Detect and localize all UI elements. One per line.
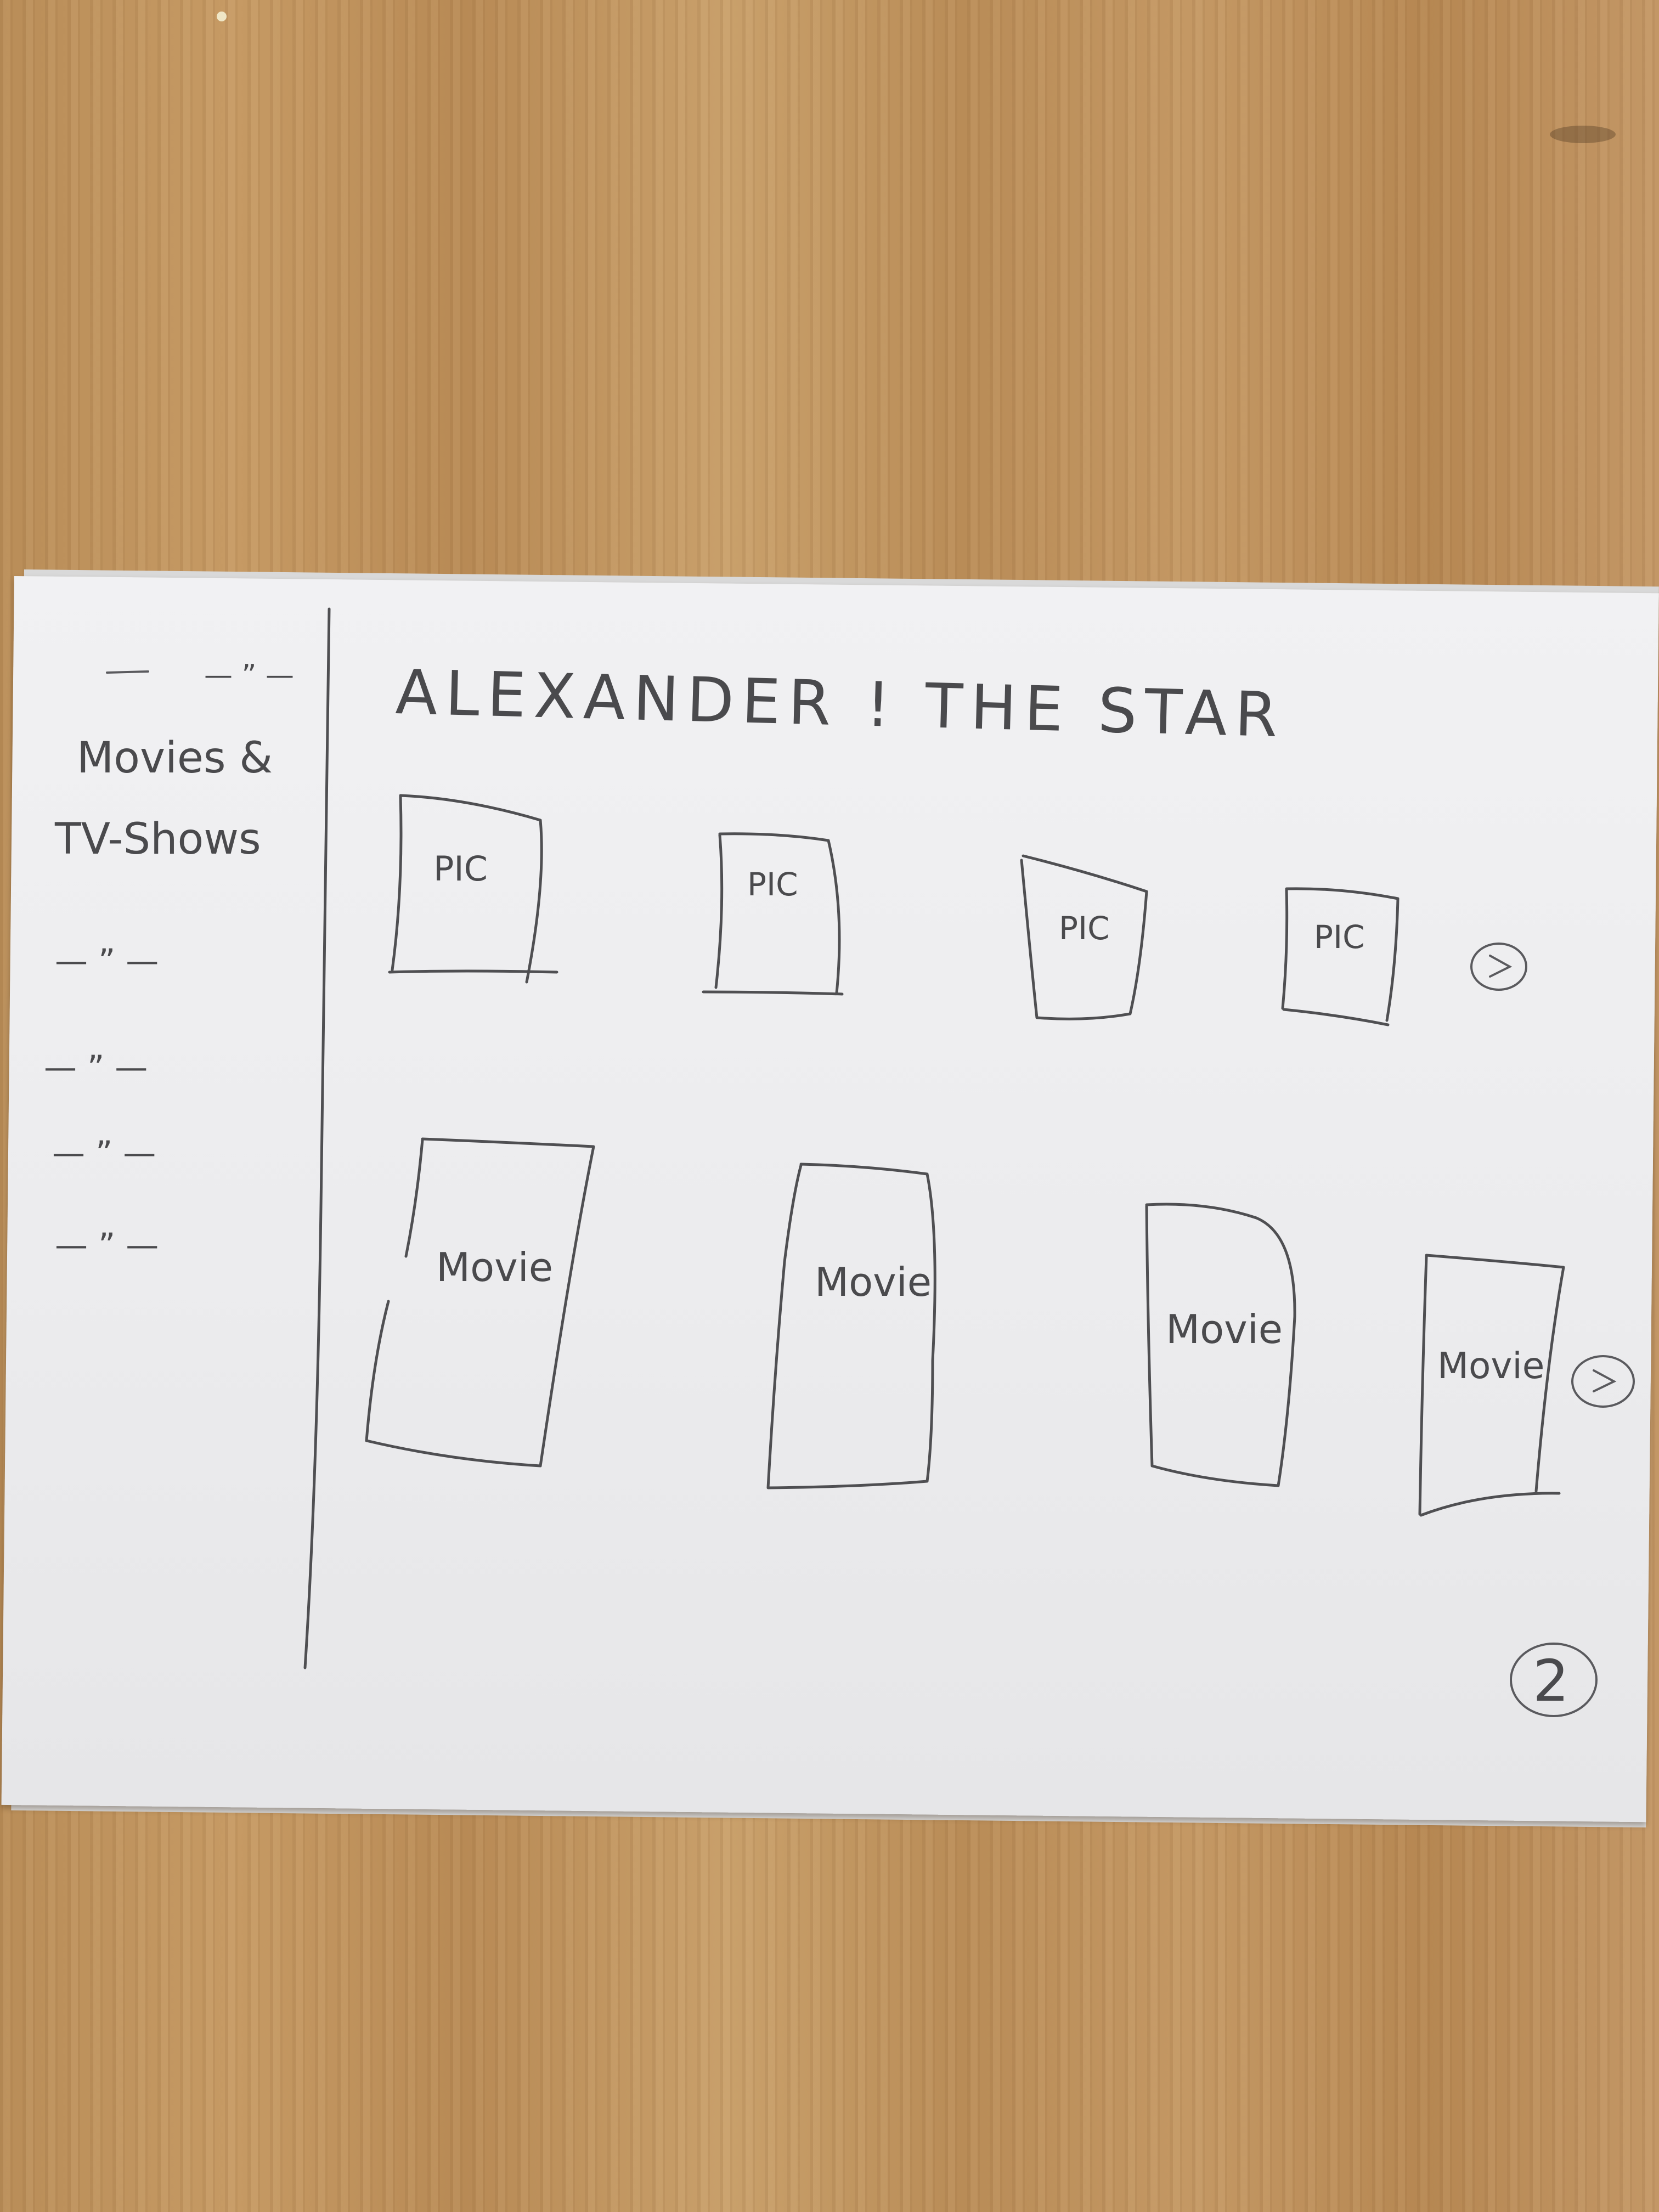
sidebar-item-3[interactable]: — ” — <box>52 1134 156 1172</box>
movie-card[interactable]: Movie <box>766 1163 936 1489</box>
wood-knot <box>1550 126 1616 143</box>
movies-next-button[interactable] <box>1571 1355 1635 1408</box>
sidebar-item-0[interactable]: — ” — <box>106 659 294 692</box>
sidebar-item-label: — ” — <box>55 1226 159 1265</box>
movie-card[interactable]: Movie <box>1418 1254 1565 1517</box>
card-label: PIC <box>747 866 798 903</box>
sidebar-item-label: — ” — <box>44 1048 148 1087</box>
sidebar-heading-line-2: TV-Shows <box>54 815 261 864</box>
sidebar-item-4[interactable]: — ” — <box>55 1226 159 1265</box>
pic-card[interactable]: PIC <box>388 794 558 984</box>
movie-card[interactable]: Movie <box>365 1137 595 1468</box>
pic-card[interactable]: PIC <box>1020 854 1148 1020</box>
sidebar-item-2[interactable]: — ” — <box>44 1048 148 1087</box>
pic-card[interactable]: PIC <box>1281 887 1400 1026</box>
card-label: PIC <box>433 849 488 889</box>
card-label: Movie <box>1437 1345 1544 1387</box>
page-number: 2 <box>1510 1643 1598 1717</box>
pic-card[interactable]: PIC <box>702 832 844 996</box>
card-label: PIC <box>1059 910 1110 947</box>
page-number-label: 2 <box>1533 1647 1569 1714</box>
sidebar-divider <box>303 607 331 1669</box>
sidebar-heading-line-1: Movies & <box>77 733 273 783</box>
card-label: PIC <box>1314 918 1365 956</box>
sidebar-item-label: — ” — <box>55 942 159 980</box>
sidebar-item-1[interactable]: — ” — <box>55 942 159 980</box>
pics-next-button[interactable] <box>1470 943 1527 991</box>
sidebar-item-label: — ” — <box>52 1134 156 1172</box>
sidebar-item-label: — ” — <box>204 659 294 692</box>
page-title: ALEXANDER ! THE STAR <box>394 657 1286 751</box>
wireframe-sketch: — ” — Movies & TV-Shows — ” — — ” — — ” … <box>44 12 1635 1717</box>
chevron-right-icon <box>1593 1369 1617 1392</box>
crumb-speck <box>217 12 227 21</box>
movie-card[interactable]: Movie <box>1145 1203 1296 1487</box>
card-label: Movie <box>1166 1306 1283 1352</box>
card-label: Movie <box>815 1259 932 1305</box>
card-label: Movie <box>436 1244 553 1290</box>
chevron-right-icon <box>1489 955 1513 978</box>
